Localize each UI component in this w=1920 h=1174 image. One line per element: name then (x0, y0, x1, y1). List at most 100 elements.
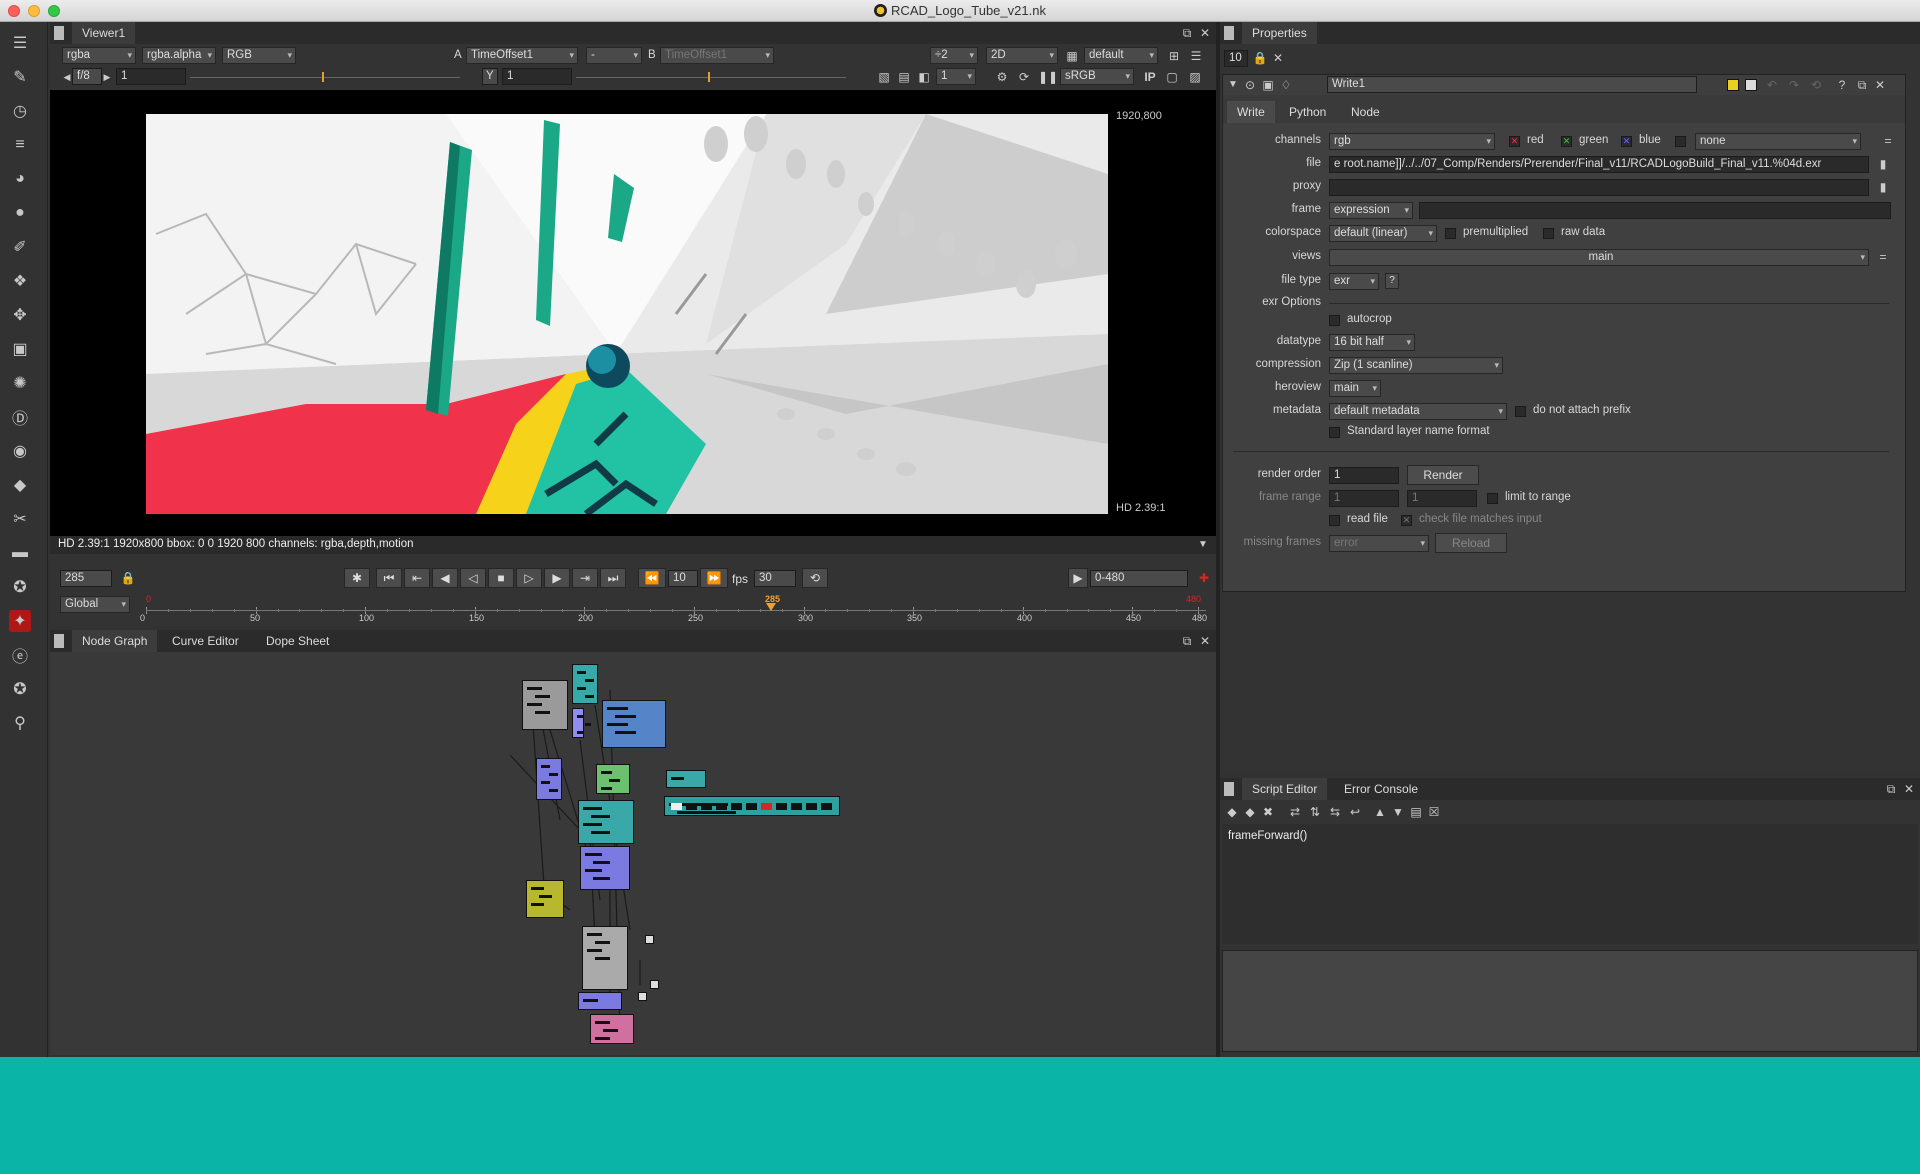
filter-tools-icon[interactable]: ● (9, 202, 31, 224)
deep-tools-icon[interactable]: Ⓓ (9, 406, 31, 428)
undo-icon[interactable]: ↶ (1763, 77, 1781, 93)
check-file-checkbox[interactable]: ✕ (1401, 515, 1412, 526)
keyer-tools-icon[interactable]: ✐ (9, 236, 31, 258)
clip-warning-icon[interactable]: ▧ (876, 69, 892, 85)
write-colorspace-dropdown[interactable]: default (linear) (1329, 225, 1437, 242)
render-button[interactable]: Render (1407, 465, 1479, 485)
render-order-field[interactable]: 1 (1329, 467, 1399, 484)
zoom-window-button[interactable] (48, 5, 60, 17)
frame-expression-field[interactable] (1419, 202, 1891, 219)
tab-properties[interactable]: Properties (1242, 22, 1317, 44)
graph-dot-node[interactable] (638, 992, 647, 1001)
write-channels-dropdown[interactable]: rgb (1329, 133, 1495, 150)
play-backward-icon[interactable]: ◁ (460, 568, 486, 588)
proxy-mode-icon[interactable]: ⚙ (994, 69, 1010, 85)
compare-op-dropdown[interactable]: - (586, 47, 642, 64)
graph-node[interactable] (572, 708, 591, 738)
view-mode-dropdown[interactable]: 2D (986, 47, 1058, 64)
graph-node[interactable] (578, 800, 634, 844)
run-script-icon[interactable]: ↩ (1346, 804, 1364, 820)
standard-layer-checkbox[interactable] (1329, 427, 1340, 438)
reload-button[interactable]: Reload (1435, 533, 1507, 553)
gamma-slider[interactable] (576, 72, 846, 82)
redo-icon[interactable]: ↷ (1785, 77, 1803, 93)
lock-range-icon[interactable]: ✚ (1196, 570, 1212, 586)
graph-node[interactable] (582, 926, 628, 990)
camera-icon[interactable]: ▦ (1064, 48, 1080, 64)
next-keyframe-icon[interactable]: ⇥ (572, 568, 598, 588)
collapse-panel-icon[interactable]: ▼ (1227, 77, 1239, 93)
premultiplied-checkbox[interactable] (1445, 228, 1456, 239)
graph-node[interactable] (572, 664, 598, 704)
other-tools-icon[interactable]: ▬ (9, 542, 31, 564)
display-channel-dropdown[interactable]: RGB (222, 47, 296, 64)
close-window-button[interactable] (8, 5, 20, 17)
colorspace-dropdown[interactable]: sRGB (1060, 68, 1134, 85)
furnace-tools-icon[interactable]: ✪ (9, 576, 31, 598)
minimize-window-button[interactable] (28, 5, 40, 17)
close-panel-icon[interactable]: ✕ (1873, 77, 1887, 93)
gizmo-tools-icon[interactable]: ⚲ (9, 712, 31, 734)
file-type-dropdown[interactable]: exr (1329, 273, 1379, 290)
input-b-dropdown[interactable]: TimeOffset1 (660, 47, 774, 64)
pane-menu-icon[interactable] (54, 26, 64, 40)
globe-tools-icon[interactable]: ✪ (9, 678, 31, 700)
save-script-icon[interactable]: ⇆ (1326, 804, 1344, 820)
heroview-dropdown[interactable]: main (1329, 380, 1381, 397)
load-script-icon[interactable]: ⇅ (1306, 804, 1324, 820)
views-tools-icon[interactable]: ◉ (9, 440, 31, 462)
wipe-icon[interactable]: ◧ (916, 69, 932, 85)
extra-channel-dropdown[interactable]: none (1695, 133, 1861, 150)
pause-icon[interactable]: ❚❚ (1038, 69, 1058, 85)
downscale-dropdown[interactable]: ÷2 (930, 47, 978, 64)
max-panels-field[interactable]: 10 (1224, 50, 1248, 67)
stop-icon[interactable]: ■ (488, 568, 514, 588)
gamma-slider-handle[interactable] (708, 72, 710, 82)
missing-frames-dropdown[interactable]: error (1329, 535, 1429, 552)
viewer-canvas[interactable]: 1920,800 HD 2.39:1 (50, 90, 1216, 536)
tab-viewer1[interactable]: Viewer1 (72, 22, 136, 44)
node-icon-knob-2[interactable] (1745, 79, 1757, 91)
clear-panels-icon[interactable]: ✕ (1270, 50, 1286, 66)
ip-toggle[interactable]: IP (1140, 69, 1160, 85)
script-input-area[interactable] (1222, 950, 1918, 1052)
frame-mode-dropdown[interactable]: expression (1329, 202, 1413, 219)
red-checkbox[interactable]: ✕ (1509, 136, 1520, 147)
show-output-icon[interactable]: ▼ (1390, 804, 1406, 820)
graph-node[interactable] (536, 758, 562, 800)
time-tools-icon[interactable]: ◷ (9, 100, 31, 122)
revert-icon[interactable]: ⟲ (1807, 77, 1825, 93)
float-pane-icon[interactable]: ⧉ (1180, 25, 1194, 41)
close-pane-icon[interactable]: ✕ (1902, 781, 1916, 797)
viewer-settings-icon[interactable]: ☰ (1188, 48, 1204, 64)
node-icon-knob-1[interactable] (1727, 79, 1739, 91)
gain-slider-handle[interactable] (322, 72, 324, 82)
roi-icon[interactable]: ⊞ (1166, 48, 1182, 64)
pane-menu-icon[interactable] (1224, 782, 1234, 796)
roi-toggle-icon[interactable]: ▢ (1164, 69, 1180, 85)
prev-keyframe-icon[interactable]: ⇤ (404, 568, 430, 588)
tab-node[interactable]: Node (1341, 101, 1390, 123)
channel-tools-icon[interactable]: ≡ (9, 134, 31, 156)
range-mode-dropdown[interactable]: Global (60, 596, 130, 613)
datatype-dropdown[interactable]: 16 bit half (1329, 334, 1415, 351)
clear-history-icon[interactable]: ✖ (1260, 804, 1276, 820)
y-toggle[interactable]: Y (482, 68, 498, 85)
viewer-input-icon[interactable]: ▣ (1261, 77, 1275, 93)
file-path-field[interactable]: e root.name]]/../../07_Comp/Renders/Prer… (1329, 156, 1869, 173)
gamma-field[interactable]: 1 (502, 68, 572, 85)
properties-scrollbar[interactable] (1908, 74, 1918, 774)
frame-range-end-field[interactable]: 1 (1407, 490, 1477, 507)
graph-node[interactable] (664, 796, 840, 816)
graph-node[interactable] (522, 680, 568, 730)
skip-back-icon[interactable]: ⏪ (638, 568, 666, 588)
graph-node[interactable] (602, 700, 666, 748)
pane-divider-vertical[interactable] (1216, 22, 1220, 1057)
refresh-icon[interactable]: ⟳ (1016, 69, 1032, 85)
node-color-icon[interactable]: ♢ (1279, 77, 1293, 93)
first-frame-icon[interactable]: ⏮ (376, 568, 402, 588)
current-frame-field[interactable]: 285 (60, 570, 112, 587)
3d-tools-icon[interactable]: ▣ (9, 338, 31, 360)
last-frame-icon[interactable]: ⏭ (600, 568, 626, 588)
fstop-increase-icon[interactable]: ▶ (102, 69, 112, 85)
